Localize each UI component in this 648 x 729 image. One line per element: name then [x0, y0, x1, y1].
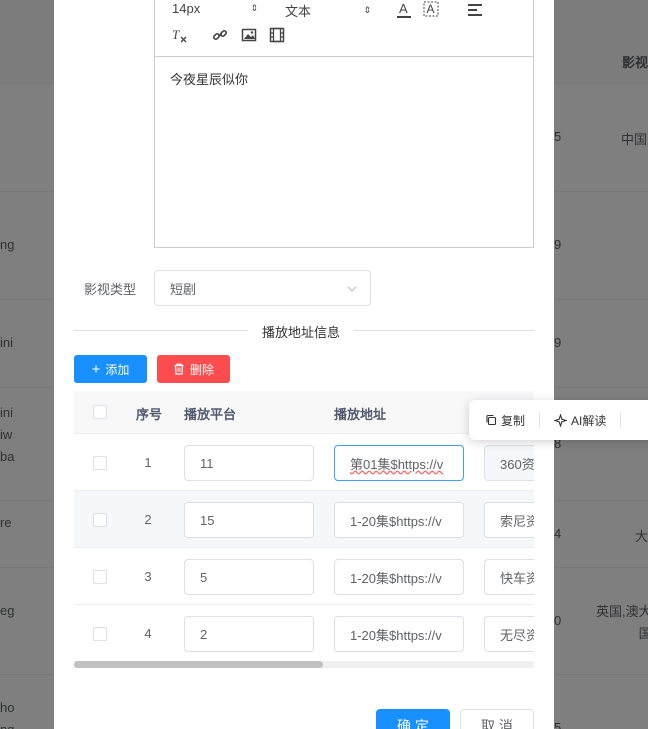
row-index: 2 — [144, 512, 152, 527]
platform-input[interactable]: 2 — [184, 616, 314, 652]
font-size-picker[interactable]: 14px ⇕ — [172, 1, 258, 16]
header-url: 播放地址 — [334, 407, 387, 422]
header-index: 序号 — [136, 407, 163, 422]
video-type-label: 影视类型 — [84, 282, 137, 297]
source-input[interactable]: 无尽资 — [484, 616, 534, 652]
svg-text:A: A — [399, 1, 408, 16]
table-row: 4 2 1-20集$https://v 无尽资 — [74, 605, 534, 662]
source-input[interactable]: 快车资 — [484, 559, 534, 595]
add-button-label: 添加 — [105, 362, 130, 377]
play-url-table: 序号 播放平台 播放地址 1 11 第01集$https://v 360资 2 … — [74, 391, 534, 668]
font-size-value: 14px — [172, 1, 201, 16]
platform-input[interactable]: 15 — [184, 502, 314, 538]
row-index: 3 — [144, 569, 152, 584]
source-input[interactable]: 360资 — [484, 445, 534, 481]
url-input[interactable]: 1-20集$https://v — [334, 502, 464, 538]
platform-input[interactable]: 11 — [184, 445, 314, 481]
confirm-button[interactable]: 确 定 — [376, 709, 450, 729]
text-style-value: 文本 — [285, 4, 312, 19]
url-input[interactable]: 第01集$https://v — [334, 445, 464, 481]
edit-dialog: 14px ⇕ 文本 ⇕ A A T 今夜星辰似你 影视类型 短剧 播放地址信息 … — [54, 0, 554, 729]
row-checkbox[interactable] — [93, 570, 107, 584]
svg-text:T: T — [172, 27, 180, 42]
table-row: 3 5 1-20集$https://v 快车资 — [74, 548, 534, 605]
cancel-button[interactable]: 取 消 — [460, 709, 534, 729]
video-type-value: 短剧 — [170, 281, 197, 297]
background-color-icon[interactable]: A — [423, 1, 439, 19]
text-style-picker[interactable]: 文本 ⇕ — [285, 1, 371, 20]
rich-text-editor: 14px ⇕ 文本 ⇕ A A T 今夜星辰似你 — [154, 0, 534, 248]
section-title: 播放地址信息 — [248, 322, 355, 341]
video-type-select[interactable]: 短剧 — [154, 270, 371, 306]
video-icon[interactable] — [269, 27, 285, 43]
popup-separator — [539, 413, 541, 427]
horizontal-scrollbar-thumb[interactable] — [74, 661, 323, 668]
row-checkbox[interactable] — [93, 513, 107, 527]
ai-interpret-action[interactable]: AI解读 — [554, 412, 606, 429]
platform-input[interactable]: 5 — [184, 559, 314, 595]
url-input[interactable]: 1-20集$https://v — [334, 616, 464, 652]
editor-content[interactable]: 今夜星辰似你 — [155, 57, 533, 100]
delete-button[interactable]: 删除 — [157, 355, 230, 383]
clear-format-icon[interactable]: T — [171, 27, 189, 43]
url-input[interactable]: 1-20集$https://v — [334, 559, 464, 595]
row-checkbox[interactable] — [93, 627, 107, 641]
table-row: 2 15 1-20集$https://v 索尼资 — [74, 491, 534, 548]
copy-action[interactable]: 复制 — [485, 412, 525, 429]
editor-toolbar: 14px ⇕ 文本 ⇕ A A T — [155, 0, 533, 57]
table-header: 序号 播放平台 播放地址 — [74, 391, 534, 434]
delete-button-label: 删除 — [189, 362, 214, 377]
ai-interpret-label: AI解读 — [571, 413, 607, 428]
svg-text:A: A — [427, 2, 435, 16]
font-color-icon[interactable]: A — [396, 1, 412, 19]
picker-arrows-icon: ⇕ — [250, 3, 258, 13]
row-index: 4 — [144, 626, 152, 641]
image-icon[interactable] — [241, 27, 257, 43]
copy-icon — [486, 414, 497, 426]
picker-arrows-icon: ⇕ — [363, 5, 371, 15]
row-index: 1 — [144, 455, 152, 470]
select-all-checkbox[interactable] — [93, 405, 107, 419]
ai-sparkle-icon — [554, 413, 568, 427]
chevron-down-icon — [347, 286, 357, 292]
source-input[interactable]: 索尼资 — [484, 502, 534, 538]
url-input-text: 第01集$https://v — [350, 456, 444, 472]
row-checkbox[interactable] — [93, 456, 107, 470]
add-button[interactable]: + 添加 — [74, 355, 147, 383]
popup-separator — [620, 413, 622, 427]
selection-popup: 复制 AI解读 — [469, 400, 648, 440]
link-icon[interactable] — [212, 27, 228, 43]
header-platform: 播放平台 — [184, 407, 237, 422]
table-row: 1 11 第01集$https://v 360资 — [74, 434, 534, 491]
plus-icon: + — [91, 360, 101, 378]
align-left-icon[interactable] — [467, 3, 483, 17]
copy-label: 复制 — [501, 413, 526, 428]
trash-icon — [174, 363, 184, 375]
